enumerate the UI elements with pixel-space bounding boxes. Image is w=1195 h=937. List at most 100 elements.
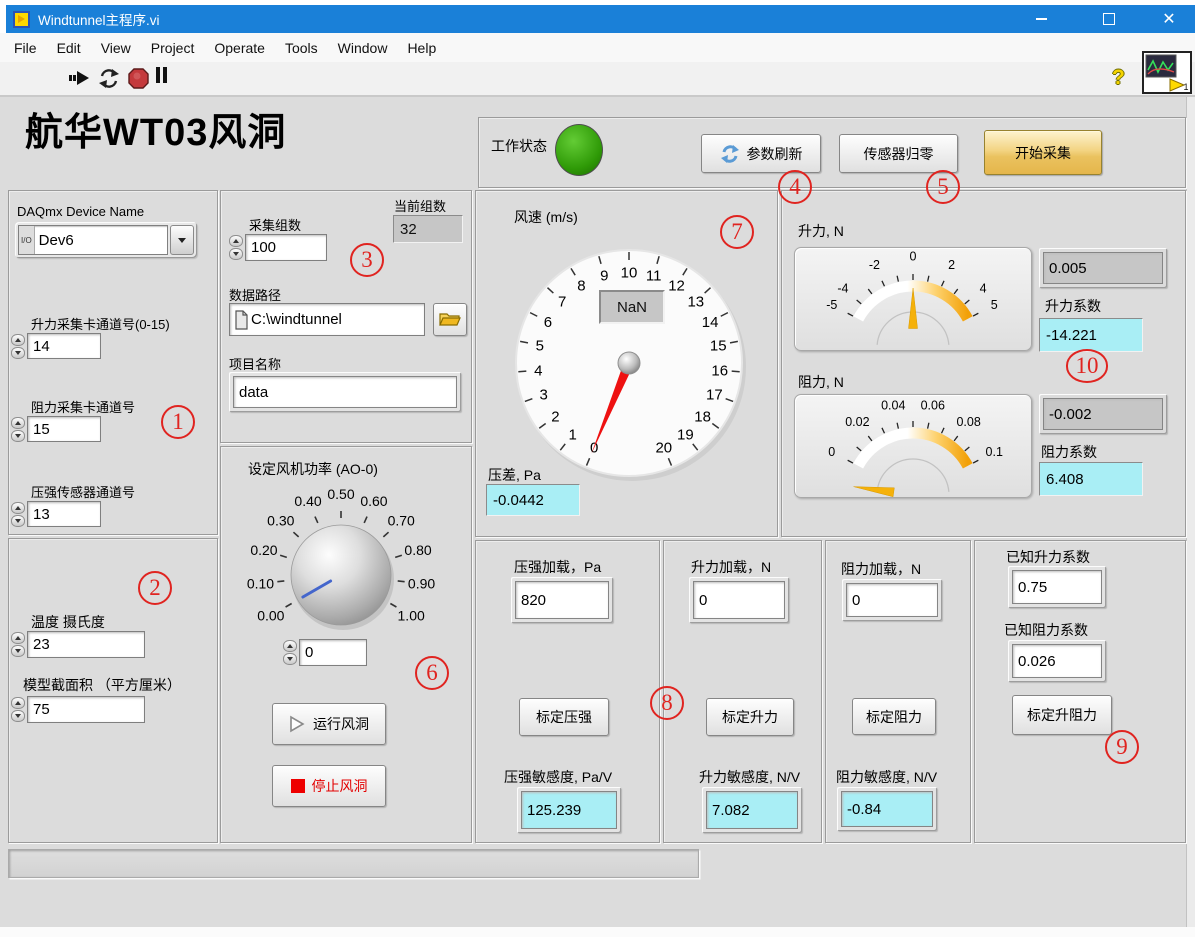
pressure-channel-input[interactable]: 13 bbox=[11, 501, 101, 527]
decrement-button[interactable] bbox=[11, 645, 25, 657]
data-path-input[interactable]: C:\windtunnel bbox=[229, 303, 425, 336]
run-tunnel-button[interactable]: 运行风洞 bbox=[272, 703, 386, 745]
fan-power-input[interactable]: 0 bbox=[283, 639, 367, 666]
svg-text:11: 11 bbox=[646, 268, 662, 285]
svg-text:0: 0 bbox=[828, 445, 835, 459]
temperature-input[interactable]: 23 bbox=[11, 631, 145, 658]
abort-icon[interactable] bbox=[128, 68, 149, 89]
decrement-button[interactable] bbox=[283, 653, 297, 665]
minimize-button[interactable] bbox=[1018, 5, 1064, 33]
close-button[interactable]: ✕ bbox=[1146, 5, 1192, 33]
annotation-1: 1 bbox=[161, 405, 195, 439]
menu-item-edit[interactable]: Edit bbox=[47, 40, 91, 56]
increment-button[interactable] bbox=[11, 334, 25, 346]
run-icon[interactable] bbox=[68, 68, 92, 88]
menubar: File Edit View Project Operate Tools Win… bbox=[0, 33, 1195, 63]
known-lift-input[interactable]: 0.75 bbox=[1008, 566, 1106, 608]
increment-button[interactable] bbox=[11, 502, 25, 514]
work-status-led bbox=[555, 124, 603, 176]
svg-text:1: 1 bbox=[568, 427, 576, 444]
menu-item-project[interactable]: Project bbox=[141, 40, 205, 56]
menu-item-view[interactable]: View bbox=[91, 40, 141, 56]
daq-device-value: Dev6 bbox=[35, 232, 74, 249]
lift-channel-value[interactable]: 14 bbox=[27, 333, 101, 359]
increment-button[interactable] bbox=[283, 640, 297, 652]
daq-device-dropdown[interactable] bbox=[170, 225, 194, 255]
model-area-input[interactable]: 75 bbox=[11, 696, 145, 723]
increment-button[interactable] bbox=[11, 632, 25, 644]
svg-text:12: 12 bbox=[668, 278, 685, 295]
drag-channel-input[interactable]: 15 bbox=[11, 416, 101, 442]
known-drag-input[interactable]: 0.026 bbox=[1008, 640, 1106, 682]
labview-app-icon bbox=[13, 11, 30, 28]
model-area-value[interactable]: 75 bbox=[27, 696, 145, 723]
pressure-load-input[interactable]: 820 bbox=[511, 577, 613, 623]
project-name-value[interactable]: data bbox=[233, 376, 457, 408]
pressure-load-label: 压强加载，Pa bbox=[514, 557, 601, 577]
zero-sensors-button[interactable]: 传感器归零 bbox=[839, 134, 958, 173]
project-name-input[interactable]: data bbox=[229, 372, 461, 412]
stop-tunnel-button[interactable]: 停止风洞 bbox=[272, 765, 386, 807]
titlebar[interactable]: Windtunnel主程序.vi ✕ bbox=[6, 5, 1195, 33]
decrement-button[interactable] bbox=[11, 515, 25, 527]
pressure-load-value[interactable]: 820 bbox=[515, 581, 609, 619]
drag-load-value[interactable]: 0 bbox=[846, 583, 938, 617]
temperature-value[interactable]: 23 bbox=[27, 631, 145, 658]
fan-power-value[interactable]: 0 bbox=[299, 639, 367, 666]
run-tunnel-label: 运行风洞 bbox=[313, 714, 369, 734]
menu-item-file[interactable]: File bbox=[4, 40, 47, 56]
decrement-button[interactable] bbox=[11, 430, 25, 442]
increment-button[interactable] bbox=[11, 417, 25, 429]
svg-text:14: 14 bbox=[702, 314, 719, 331]
force-meters-panel: 升力, N -5-4-20245 0.005 升力系数 -14.221 阻力, … bbox=[781, 190, 1186, 537]
groups-value[interactable]: 100 bbox=[245, 234, 327, 261]
groups-input[interactable]: 100 bbox=[229, 234, 327, 261]
increment-button[interactable] bbox=[229, 235, 243, 247]
daq-device-combo[interactable]: I/O Dev6 bbox=[15, 222, 197, 258]
svg-text:1: 1 bbox=[1183, 82, 1188, 92]
refresh-params-button[interactable]: 参数刷新 bbox=[701, 134, 821, 173]
browse-path-button[interactable] bbox=[433, 303, 467, 336]
vi-icon[interactable]: 1 bbox=[1142, 51, 1192, 94]
svg-text:0.80: 0.80 bbox=[404, 542, 431, 558]
svg-text:16: 16 bbox=[711, 362, 728, 379]
calibrate-drag-button[interactable]: 标定阻力 bbox=[852, 698, 936, 735]
pressure-diff-display: -0.0442 bbox=[486, 484, 580, 516]
context-help-icon[interactable]: ? bbox=[1112, 66, 1125, 90]
decrement-button[interactable] bbox=[11, 710, 25, 722]
decrement-button[interactable] bbox=[229, 248, 243, 260]
known-lift-value[interactable]: 0.75 bbox=[1012, 570, 1102, 604]
start-acquisition-button[interactable]: 开始采集 bbox=[984, 130, 1102, 175]
pressure-channel-value[interactable]: 13 bbox=[27, 501, 101, 527]
maximize-button[interactable] bbox=[1086, 5, 1132, 33]
annotation-3: 3 bbox=[350, 243, 384, 277]
svg-text:0.00: 0.00 bbox=[257, 607, 284, 623]
menu-item-tools[interactable]: Tools bbox=[275, 40, 328, 56]
increment-button[interactable] bbox=[11, 697, 25, 709]
svg-text:18: 18 bbox=[694, 409, 711, 426]
lift-load-input[interactable]: 0 bbox=[689, 577, 789, 623]
labview-window: Windtunnel主程序.vi ✕ File Edit View Projec… bbox=[0, 0, 1195, 937]
menu-item-operate[interactable]: Operate bbox=[204, 40, 275, 56]
calibrate-lift-button[interactable]: 标定升力 bbox=[706, 698, 794, 736]
io-icon: I/O bbox=[19, 226, 35, 254]
svg-text:0.04: 0.04 bbox=[881, 399, 905, 413]
pause-icon[interactable] bbox=[156, 67, 167, 83]
calibrate-lift-drag-button[interactable]: 标定升阻力 bbox=[1012, 695, 1112, 735]
drag-load-input[interactable]: 0 bbox=[842, 579, 942, 621]
stop-square-icon bbox=[291, 779, 305, 793]
lift-channel-input[interactable]: 14 bbox=[11, 333, 101, 359]
lift-load-value[interactable]: 0 bbox=[693, 581, 785, 619]
drag-channel-value[interactable]: 15 bbox=[27, 416, 101, 442]
known-drag-value[interactable]: 0.026 bbox=[1012, 644, 1102, 678]
svg-text:6: 6 bbox=[544, 314, 552, 331]
menu-item-window[interactable]: Window bbox=[328, 40, 398, 56]
menu-item-help[interactable]: Help bbox=[397, 40, 446, 56]
refresh-icon bbox=[720, 144, 740, 164]
svg-text:0.30: 0.30 bbox=[267, 513, 294, 529]
known-drag-label: 已知阻力系数 bbox=[1004, 620, 1088, 640]
calibrate-pressure-button[interactable]: 标定压强 bbox=[519, 698, 609, 736]
run-continuously-icon[interactable] bbox=[98, 68, 120, 89]
start-acquisition-label: 开始采集 bbox=[1015, 143, 1071, 163]
decrement-button[interactable] bbox=[11, 347, 25, 359]
